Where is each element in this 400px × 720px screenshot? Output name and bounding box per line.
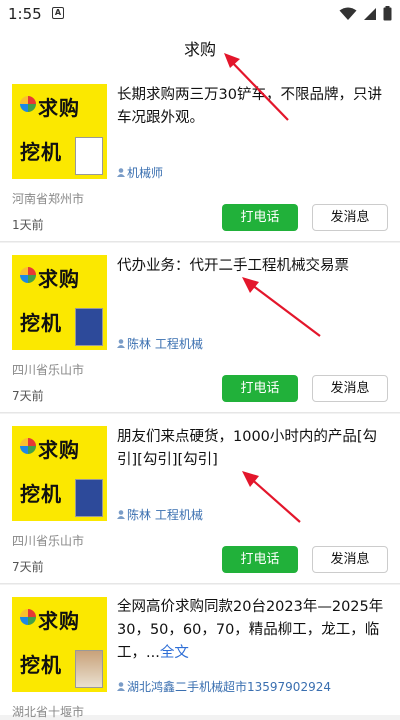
brand-logo-icon	[20, 96, 36, 112]
person-icon	[117, 168, 125, 177]
thumbnail-text-1: 求购	[38, 96, 80, 120]
listing-location: 湖北省十堰市	[12, 705, 85, 719]
listing-thumbnail[interactable]: 求购 挖机	[12, 255, 107, 350]
photo-thumbnail	[75, 650, 103, 688]
listing-description[interactable]: 代办业务：代开二手工程机械交易票	[117, 255, 387, 278]
listing-description[interactable]: 长期求购两三万30铲车，不限品牌，只讲车况跟外观。	[117, 84, 387, 130]
listing-author[interactable]: 机械师	[117, 164, 163, 181]
call-button[interactable]: 打电话	[222, 204, 298, 231]
status-icons	[339, 6, 392, 21]
qr-code-icon	[75, 137, 103, 175]
page-title: 求购	[183, 40, 216, 59]
qr-code-icon	[75, 308, 103, 346]
title-bar: 求购	[0, 28, 400, 72]
listing-thumbnail[interactable]: 求购 挖机	[12, 597, 107, 692]
status-bar: 1:55 A	[0, 0, 400, 28]
notification-icon: A	[52, 7, 64, 19]
thumbnail-text-2: 挖机	[20, 653, 62, 677]
listing-time: 1天前	[12, 218, 44, 232]
thumbnail-text-1: 求购	[38, 267, 80, 291]
brand-logo-icon	[20, 609, 36, 625]
description-text: 全网高价求购同款20台2023年—2025年30，50，60，70，精品柳工，龙…	[117, 599, 384, 661]
author-name: 机械师	[127, 166, 164, 180]
person-icon	[117, 339, 125, 348]
listing-thumbnail[interactable]: 求购 挖机	[12, 426, 107, 521]
signal-icon	[364, 7, 376, 20]
thumbnail-text-1: 求购	[38, 609, 80, 633]
listing-author[interactable]: 陈林 工程机械	[117, 506, 203, 523]
listing-location: 河南省郑州市	[12, 192, 85, 206]
read-more-link[interactable]: 全文	[160, 645, 189, 661]
person-icon	[117, 510, 125, 519]
author-name: 陈林 工程机械	[127, 337, 203, 351]
thumbnail-text-1: 求购	[38, 438, 80, 462]
listing-card[interactable]: 求购 挖机 代办业务：代开二手工程机械交易票 陈林 工程机械 四川省乐山市 7天…	[0, 243, 400, 413]
qr-code-icon	[75, 479, 103, 517]
thumbnail-text-2: 挖机	[20, 482, 62, 506]
battery-icon	[383, 6, 392, 21]
listing-location: 四川省乐山市	[12, 363, 85, 377]
person-icon	[117, 682, 125, 691]
listing-description[interactable]: 全网高价求购同款20台2023年—2025年30，50，60，70，精品柳工，龙…	[117, 596, 387, 665]
author-name: 陈林 工程机械	[127, 508, 203, 522]
status-time: 1:55	[8, 5, 42, 23]
thumbnail-text-2: 挖机	[20, 311, 62, 335]
brand-logo-icon	[20, 267, 36, 283]
listing-card[interactable]: 求购 挖机 朋友们来点硬货，1000小时内的产品[勾引][勾引][勾引] 陈林 …	[0, 414, 400, 584]
listing-description[interactable]: 朋友们来点硬货，1000小时内的产品[勾引][勾引][勾引]	[117, 426, 387, 472]
listing-time: 7天前	[12, 389, 44, 403]
listing-author[interactable]: 湖北鸿鑫二手机械超市13597902924	[117, 678, 331, 695]
call-button[interactable]: 打电话	[222, 375, 298, 402]
message-button[interactable]: 发消息	[312, 375, 388, 402]
listing-time: 7天前	[12, 560, 44, 574]
brand-logo-icon	[20, 438, 36, 454]
listing-thumbnail[interactable]: 求购 挖机	[12, 84, 107, 179]
listing-card[interactable]: 求购 挖机 长期求购两三万30铲车，不限品牌，只讲车况跟外观。 机械师 河南省郑…	[0, 72, 400, 242]
author-name: 湖北鸿鑫二手机械超市13597902924	[127, 680, 331, 694]
listing-author[interactable]: 陈林 工程机械	[117, 335, 203, 352]
message-button[interactable]: 发消息	[312, 546, 388, 573]
message-button[interactable]: 发消息	[312, 204, 388, 231]
listing-card[interactable]: 求购 挖机 全网高价求购同款20台2023年—2025年30，50，60，70，…	[0, 585, 400, 719]
thumbnail-text-2: 挖机	[20, 140, 62, 164]
wifi-icon	[339, 7, 357, 20]
call-button[interactable]: 打电话	[222, 546, 298, 573]
listing-location: 四川省乐山市	[12, 534, 85, 548]
